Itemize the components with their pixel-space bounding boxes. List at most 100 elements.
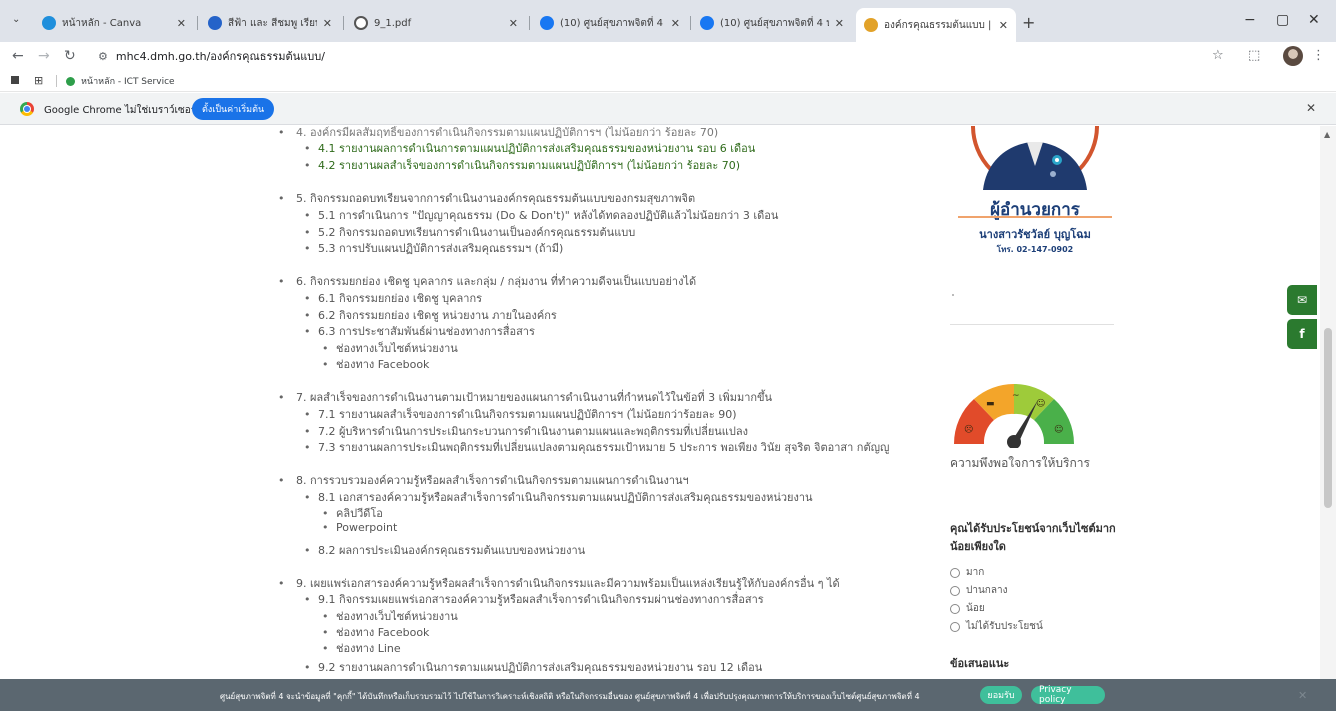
list-item[interactable]: • 4.2 รายงานผลสำเร็จของการดำเนินกิจกรรมตา… — [304, 156, 740, 174]
bullet: • — [304, 593, 311, 606]
tab-title: (10) ศูนย์สุขภาพจิตที่ 4 ปทุมธานี - ... — [560, 17, 665, 29]
list-item-text: ช่องทาง Line — [336, 642, 401, 655]
list-item-text: 8.1 เอกสารองค์ความรู้หรือผลสำเร็จการดำเน… — [318, 491, 813, 504]
browser-tab-active[interactable]: องค์กรคุณธรรมต้นแบบ | ศูนย์สุขภา... ✕ — [856, 8, 1016, 42]
page-scrollbar[interactable]: ▲ — [1320, 126, 1336, 679]
browser-toolbar: ← → ↻ ⚙ mhc4.dmh.go.th/องค์กรคุณธรรมต้นแ… — [0, 42, 1336, 70]
address-bar[interactable]: ⚙ mhc4.dmh.go.th/องค์กรคุณธรรมต้นแบบ/ — [88, 45, 1198, 67]
infobar-close-icon[interactable]: ✕ — [1306, 101, 1316, 115]
satisfaction-gauge-icon[interactable]: ☹ ▬ ~ ☺ ☺ — [950, 374, 1078, 448]
accept-cookies-button[interactable]: ยอมรับ — [980, 686, 1022, 704]
list-item[interactable]: • 6.3 การประชาสัมพันธ์ผ่านช่องทางการสื่อส… — [304, 322, 535, 340]
tab-separator — [343, 16, 344, 30]
tab-search-icon[interactable]: ⌄ — [12, 14, 26, 28]
facebook-favicon-icon — [540, 16, 554, 30]
radio-button[interactable] — [950, 621, 960, 632]
canva-favicon-icon — [42, 16, 56, 30]
list-item-text: 7.1 รายงานผลสำเร็จของการดำเนินกิจกรรมตาม… — [318, 408, 737, 421]
facebook-share-button[interactable]: f — [1287, 319, 1317, 349]
tab-close-icon[interactable]: ✕ — [323, 17, 332, 30]
apps-grid-icon[interactable]: ⊞ — [34, 74, 43, 87]
bullet: • — [304, 209, 311, 222]
window-close-button[interactable]: ✕ — [1308, 12, 1320, 28]
web-page: • 4. องค์กรมีผลสัมฤทธิ์ของการดำเนินกิจกรร… — [0, 126, 1336, 679]
list-item[interactable]: • ช่องทาง Line — [322, 639, 401, 657]
radio-button[interactable] — [950, 567, 960, 578]
profile-avatar[interactable] — [1283, 46, 1303, 66]
bullet: • — [278, 192, 285, 205]
cookie-close-icon[interactable]: ✕ — [1298, 689, 1307, 702]
satisfaction-caption[interactable]: ความพึงพอใจการให้บริการ — [950, 454, 1090, 473]
browser-tab[interactable]: สีฟ้า และ สีชมพู เรียบง่าย สีส้ม อีเกม ✕ — [200, 10, 340, 36]
list-item-text: 7.2 ผู้บริหารดำเนินการประเมินกระบวนการดำ… — [318, 425, 748, 438]
list-item[interactable]: • 4.1 รายงานผลการดำเนินการตามแผนปฏิบัติกา… — [304, 139, 755, 157]
sidebar-toggle-icon[interactable] — [11, 76, 19, 84]
extensions-icon[interactable]: ⬚ — [1248, 48, 1260, 63]
url-text[interactable]: mhc4.dmh.go.th/องค์กรคุณธรรมต้นแบบ/ — [116, 47, 325, 65]
list-item[interactable]: • 7.1 รายงานผลสำเร็จของการดำเนินกิจกรรมตา… — [304, 405, 737, 423]
radio-button[interactable] — [950, 603, 960, 614]
list-item[interactable]: • คลิปวีดีโอ — [322, 504, 383, 522]
bullet: • — [304, 441, 311, 454]
restore-button[interactable]: ▢ — [1276, 12, 1289, 28]
list-item[interactable]: • 7. ผลสำเร็จของการดำเนินงานตามเป้าหมายขอ… — [278, 388, 772, 406]
tab-close-icon[interactable]: ✕ — [835, 17, 844, 30]
scroll-up-arrow-icon[interactable]: ▲ — [1324, 130, 1330, 139]
svg-text:▬: ▬ — [986, 399, 995, 409]
set-default-button[interactable]: ตั้งเป็นค่าเริ่มต้น — [192, 98, 275, 120]
bullet: • — [304, 159, 311, 172]
list-item[interactable]: • 7.3 รายงานผลการประเมินพฤติกรรมที่เปลี่ย… — [304, 438, 889, 456]
list-item[interactable]: • 5.1 การดำเนินการ "ปัญญาคุณธรรม (Do & Do… — [304, 206, 778, 224]
chrome-menu-icon[interactable]: ⋮ — [1312, 48, 1325, 63]
minimize-button[interactable]: − — [1244, 12, 1256, 28]
site-info-icon[interactable]: ⚙ — [98, 50, 108, 63]
new-tab-button[interactable]: + — [1022, 13, 1035, 32]
privacy-policy-button[interactable]: Privacy policy — [1031, 685, 1105, 705]
tab-close-icon[interactable]: ✕ — [177, 17, 186, 30]
radio-button[interactable] — [950, 585, 960, 596]
forward-arrow-icon[interactable]: → — [38, 48, 50, 64]
list-item[interactable]: • 5.3 การปรับแผนปฏิบัติการส่งเสริมคุณธรรม… — [304, 239, 563, 257]
list-item[interactable]: • ช่องทาง Facebook — [322, 355, 429, 373]
list-item-text: 8. การรวบรวมองค์ความรู้หรือผลสำเร็จการดำ… — [296, 474, 689, 487]
list-item[interactable]: • 8.2 ผลการประเมินองค์กรคุณธรรมต้นแบบของห… — [304, 541, 585, 559]
list-item[interactable]: • 9.2 รายงานผลการดำเนินการตามแผนปฏิบัติกา… — [304, 658, 762, 676]
director-name: นางสาวรัชวัลย์ บุญโฉม — [979, 228, 1091, 241]
list-item[interactable]: • 8. การรวบรวมองค์ความรู้หรือผลสำเร็จการด… — [278, 471, 689, 489]
bookmarks-bar: ⊞ หน้าหลัก - ICT Service — [0, 70, 1336, 92]
bullet: • — [304, 661, 311, 674]
reload-icon[interactable]: ↻ — [64, 48, 76, 64]
list-item[interactable]: • Powerpoint — [322, 521, 397, 534]
browser-tab[interactable]: (10) ศูนย์สุขภาพจิตที่ 4 ปทุมธานี - ... … — [692, 10, 852, 36]
list-item-text: 4. องค์กรมีผลสัมฤทธิ์ของการดำเนินกิจกรรม… — [296, 126, 719, 139]
browser-tab[interactable]: หน้าหลัก - Canva ✕ — [34, 10, 194, 36]
mhc4-favicon-icon — [864, 18, 878, 32]
browser-tab[interactable]: 9_1.pdf ✕ — [346, 10, 526, 36]
email-share-button[interactable]: ✉ — [1287, 285, 1317, 315]
director-portrait-image — [971, 126, 1099, 190]
tab-title: องค์กรคุณธรรมต้นแบบ | ศูนย์สุขภา... — [884, 19, 993, 31]
bullet: • — [304, 226, 311, 239]
list-item-text: 4.2 รายงานผลสำเร็จของการดำเนินกิจกรรมตาม… — [318, 159, 741, 172]
bookmark-item[interactable]: หน้าหลัก - ICT Service — [66, 74, 175, 88]
poll-option[interactable]: น้อย — [950, 601, 985, 616]
tab-close-icon[interactable]: ✕ — [999, 19, 1008, 32]
poll-option[interactable]: ปานกลาง — [950, 583, 1007, 598]
list-item[interactable]: • 5. กิจกรรมถอดบทเรียนจากการดำเนินงานองค์… — [278, 189, 695, 207]
scrollbar-thumb[interactable] — [1324, 328, 1332, 508]
list-item[interactable]: • 6. กิจกรรมยกย่อง เชิดชู บุคลากร และกลุ่… — [278, 272, 696, 290]
list-item-text: 6.1 กิจกรรมยกย่อง เชิดชู บุคลากร — [318, 292, 483, 305]
bookmark-star-icon[interactable]: ☆ — [1212, 48, 1224, 63]
tab-separator — [529, 16, 530, 30]
tab-close-icon[interactable]: ✕ — [509, 17, 518, 30]
back-arrow-icon[interactable]: ← — [12, 48, 24, 64]
list-item-text: 5.2 กิจกรรมถอดบทเรียนการดำเนินงานเป็นองค… — [318, 226, 636, 239]
list-item[interactable]: • 9.1 กิจกรรมเผยแพร่เอกสารองค์ความรู้หรือ… — [304, 590, 764, 608]
canva-favicon-icon — [208, 16, 222, 30]
browser-tab[interactable]: (10) ศูนย์สุขภาพจิตที่ 4 ปทุมธานี - ... … — [532, 10, 688, 36]
list-item[interactable]: • 6.1 กิจกรรมยกย่อง เชิดชู บุคลากร — [304, 289, 482, 307]
bullet: • — [322, 521, 329, 534]
tab-close-icon[interactable]: ✕ — [671, 17, 680, 30]
poll-option[interactable]: มาก — [950, 565, 984, 580]
poll-option[interactable]: ไม่ได้รับประโยชน์ — [950, 619, 1043, 634]
